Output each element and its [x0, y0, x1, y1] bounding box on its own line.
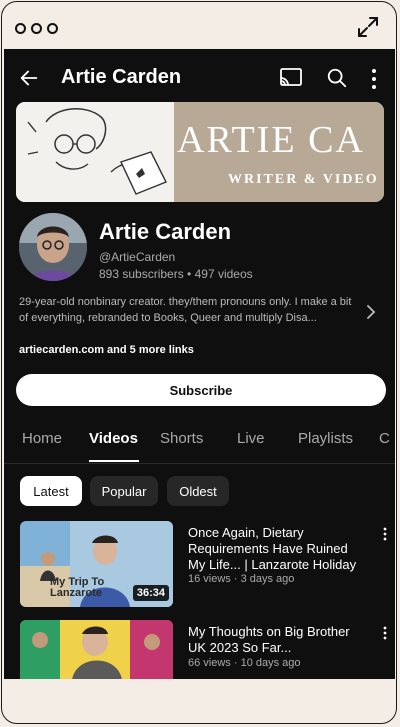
chip-popular[interactable]: Popular: [90, 476, 158, 506]
expand-icon[interactable]: [356, 15, 380, 39]
banner-tagline: WRITER & VIDEO: [228, 172, 379, 187]
dot-1: [15, 23, 26, 34]
channel-stats: 893 subscribers • 497 videos: [99, 267, 253, 281]
dot-3: [47, 23, 58, 34]
thumbnail-image: [20, 620, 173, 679]
channel-tabs: Home Videos Shorts Live Playlists C: [4, 425, 395, 464]
video-thumbnail[interactable]: My Trip To Lanzarote 36:34: [20, 521, 173, 607]
tab-playlists[interactable]: Playlists: [298, 430, 353, 447]
active-tab-indicator: [89, 460, 139, 462]
avatar-photo: [19, 213, 87, 281]
more-vert-icon[interactable]: [370, 68, 378, 90]
tab-live[interactable]: Live: [237, 430, 265, 447]
banner-sketch-illustration: [16, 102, 176, 202]
video-count: 497 videos: [194, 267, 253, 281]
channel-description[interactable]: 29-year-old nonbinary creator. they/them…: [19, 294, 354, 326]
channel-name: Artie Carden: [99, 219, 232, 244]
video-meta: 16 views · 3 days ago: [188, 573, 295, 585]
video-title[interactable]: My Thoughts on Big Brother UK 2023 So Fa…: [188, 624, 368, 656]
app-screen: Artie Carden ARTIE CA WRITER & VIDEO Art…: [4, 49, 395, 679]
cast-icon[interactable]: [279, 67, 303, 89]
video-meta: 66 views · 10 days ago: [188, 657, 301, 669]
more-vert-icon[interactable]: [382, 527, 388, 541]
channel-avatar[interactable]: [19, 213, 87, 281]
chevron-right-icon[interactable]: [365, 304, 377, 320]
banner-name: ARTIE CA: [177, 119, 365, 161]
chip-latest[interactable]: Latest: [20, 476, 82, 506]
channel-handle: @ArtieCarden: [99, 250, 176, 264]
search-icon[interactable]: [326, 67, 348, 89]
back-arrow-icon[interactable]: [18, 67, 40, 89]
video-duration: 36:34: [132, 585, 169, 601]
video-item[interactable]: My Trip To Lanzarote 36:34 Once Again, D…: [20, 521, 390, 607]
more-vert-icon[interactable]: [382, 626, 388, 640]
tab-community-partial[interactable]: C: [379, 430, 390, 447]
thumbnail-caption: My Trip To Lanzarote: [50, 576, 105, 599]
channel-banner: ARTIE CA WRITER & VIDEO: [16, 102, 384, 202]
video-thumbnail[interactable]: [20, 620, 173, 679]
tab-shorts[interactable]: Shorts: [160, 430, 203, 447]
video-title[interactable]: Once Again, Dietary Requirements Have Ru…: [188, 525, 368, 573]
subscriber-count: 893 subscribers: [99, 267, 184, 281]
frame-top-bar: [2, 2, 396, 48]
chip-oldest[interactable]: Oldest: [167, 476, 229, 506]
top-app-bar: Artie Carden: [4, 49, 395, 107]
channel-links[interactable]: artiecarden.com and 5 more links: [19, 344, 194, 356]
window-dots: [15, 23, 58, 34]
subscribe-button[interactable]: Subscribe: [16, 374, 386, 406]
phone-frame: Artie Carden ARTIE CA WRITER & VIDEO Art…: [1, 1, 397, 724]
video-item[interactable]: My Thoughts on Big Brother UK 2023 So Fa…: [20, 620, 390, 679]
app-title: Artie Carden: [61, 66, 182, 88]
stats-separator: •: [183, 267, 195, 281]
tab-videos[interactable]: Videos: [89, 430, 138, 447]
tab-home[interactable]: Home: [22, 430, 62, 447]
dot-2: [31, 23, 42, 34]
